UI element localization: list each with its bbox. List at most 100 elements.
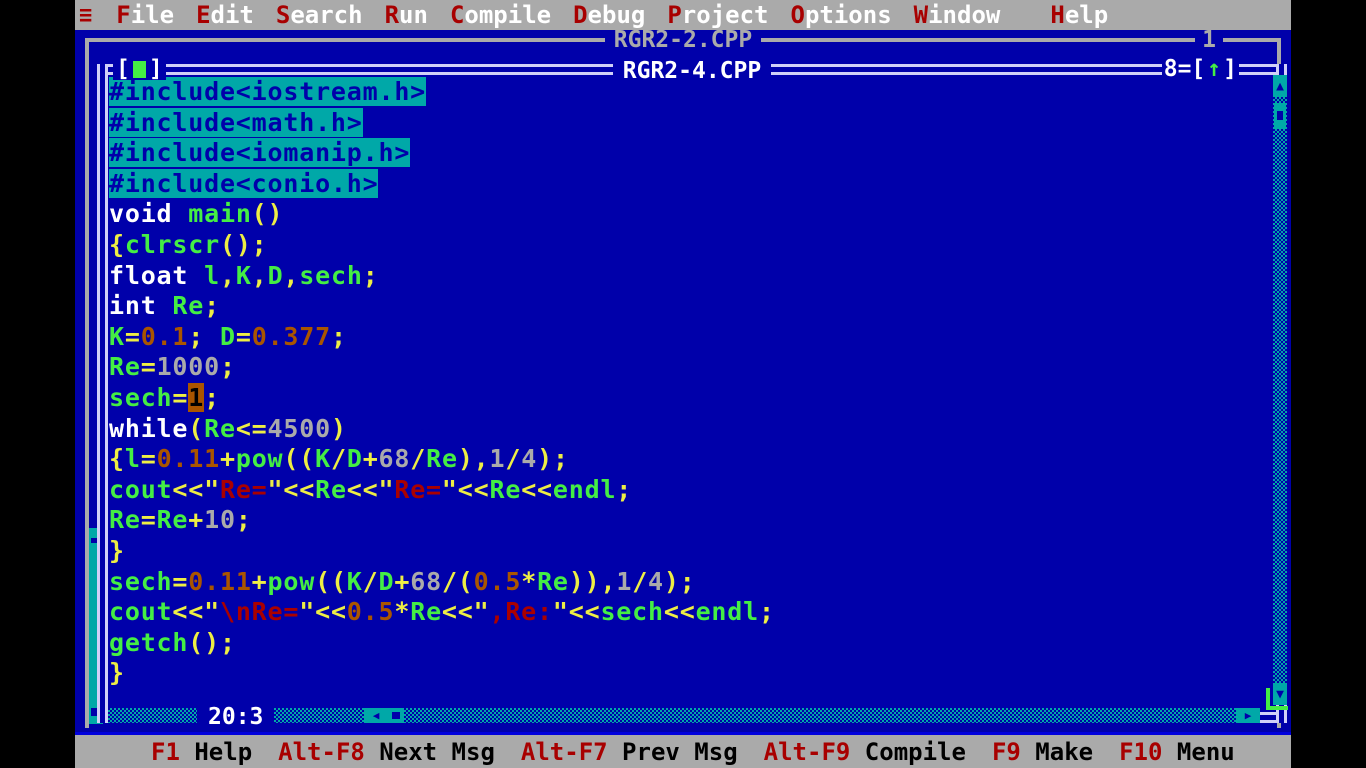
menu-item-project[interactable]: Project	[667, 1, 768, 29]
code-token: "	[378, 474, 395, 504]
menu-label-rest: ptions	[804, 1, 892, 29]
code-token: #include<math.h>	[109, 107, 363, 137]
code-token: /	[632, 566, 649, 596]
active-window-number-and-zoom[interactable]: 8 = [ ↑ ]	[1161, 56, 1239, 82]
menu-hotkey-letter: O	[790, 1, 805, 29]
active-window-title-text: RGR2-4.CPP	[612, 58, 772, 84]
scroll-left-arrow-icon[interactable]: ◀	[364, 708, 388, 723]
code-token: sech	[600, 597, 664, 627]
active-editor-window[interactable]: [ ] RGR2-4.CPP 8 = [ ↑ ] 20:3 #include<i…	[97, 58, 1288, 730]
horizontal-scroll-thumb[interactable]	[388, 708, 404, 723]
code-line[interactable]: int Re;	[109, 291, 1260, 322]
code-editor-area[interactable]: #include<iostream.h> #include<math.h> #inc…	[108, 75, 1260, 705]
code-token: {	[109, 229, 125, 259]
code-token: Re	[410, 597, 442, 627]
cursor-position-indicator: 20:3	[197, 704, 275, 730]
code-token: +	[394, 566, 411, 596]
code-line[interactable]: cout<<"Re="<<Re<<"Re="<<Re<<endl;	[109, 475, 1260, 506]
status-shortcut-label: Menu	[1162, 737, 1235, 766]
code-token: "	[267, 474, 284, 504]
code-token: ;	[219, 352, 236, 382]
menu-item-file[interactable]: File	[116, 1, 174, 29]
code-token: K	[235, 260, 252, 290]
menu-items-container: File Edit Search Run Compile Debug Project Opti…	[116, 1, 1108, 29]
code-line[interactable]: sech=1;	[109, 382, 1260, 414]
status-item-f1[interactable]: F1 Help	[151, 738, 252, 766]
code-token: {	[109, 444, 125, 474]
status-shortcut-key: Alt-F9	[763, 737, 851, 766]
code-token: sech	[109, 382, 173, 412]
menu-hotkey-letter: H	[1050, 1, 1065, 29]
code-token: =	[124, 321, 141, 351]
code-line[interactable]: #include<iomanip.h>	[109, 138, 1260, 169]
zoom-bracket-right: ]	[1223, 56, 1237, 82]
code-token: <<	[315, 597, 347, 627]
code-token: 10	[204, 505, 236, 535]
status-item-alt-f8[interactable]: Alt-F8 Next Msg	[278, 738, 495, 766]
status-item-f10[interactable]: F10 Menu	[1119, 738, 1235, 766]
code-line[interactable]: {l=0.11+pow((K/D+68/Re),1/4);	[109, 444, 1260, 475]
bg-window-title: RGR2-2.CPP	[85, 30, 1281, 53]
menu-hotkey-letter: P	[667, 1, 682, 29]
vertical-scroll-track[interactable]	[1273, 97, 1287, 683]
code-line[interactable]: }	[109, 536, 1260, 567]
code-token: <<	[441, 597, 474, 627]
code-line[interactable]: K=0.1; D=0.377;	[109, 322, 1260, 353]
status-item-f9[interactable]: F9 Make	[992, 738, 1093, 766]
hamburger-icon[interactable]: ≡	[75, 3, 96, 28]
menu-item-debug[interactable]: Debug	[573, 1, 645, 29]
code-token: ;	[204, 382, 220, 412]
code-token: 1	[616, 566, 633, 596]
horizontal-scrollbar[interactable]: ◀ ▶	[108, 708, 1260, 723]
code-token: ,	[251, 260, 268, 290]
code-token: =	[172, 566, 189, 596]
menu-item-edit[interactable]: Edit	[196, 1, 254, 29]
menu-item-options[interactable]: Options	[791, 1, 892, 29]
status-item-alt-f7[interactable]: Alt-F7 Prev Msg	[521, 738, 738, 766]
code-token: Re=	[394, 474, 442, 504]
menu-label-rest: ile	[130, 1, 175, 29]
code-token: ();	[188, 627, 236, 657]
status-shortcut-key: F1	[151, 737, 180, 766]
code-line[interactable]: sech=0.11+pow((K/D+68/(0.5*Re)),1/4);	[109, 567, 1260, 598]
code-line[interactable]: getch();	[109, 628, 1260, 659]
menu-item-compile[interactable]: Compile	[450, 1, 551, 29]
menu-item-window[interactable]: Window	[914, 1, 1001, 29]
code-token: main	[188, 199, 252, 229]
code-line[interactable]: {clrscr();	[109, 230, 1260, 261]
status-item-alt-f9[interactable]: Alt-F9 Compile	[764, 738, 966, 766]
code-line[interactable]: float l,K,D,sech;	[109, 261, 1260, 292]
code-line[interactable]: while(Re<=4500)	[109, 414, 1260, 445]
status-shortcut-key: F9	[991, 737, 1021, 766]
code-line[interactable]: }	[109, 658, 1260, 689]
window-resize-corner[interactable]	[1266, 688, 1288, 710]
scroll-right-arrow-icon[interactable]: ▶	[1236, 708, 1260, 723]
code-line[interactable]: #include<conio.h>	[109, 168, 1260, 200]
code-line[interactable]: #include<math.h>	[109, 107, 1260, 139]
code-token: ,Re:	[489, 597, 553, 627]
code-token: cout	[109, 597, 173, 627]
code-line[interactable]: Re=1000;	[109, 352, 1260, 383]
code-token: =	[140, 444, 157, 474]
menu-label-rest: ebug	[587, 1, 646, 29]
code-token: 4500	[267, 413, 331, 443]
code-token: endl	[552, 474, 617, 504]
code-token: );	[663, 566, 696, 596]
code-token: ,	[219, 260, 236, 290]
maximize-arrow-icon[interactable]: ↑	[1205, 58, 1223, 81]
menu-item-run[interactable]: Run	[385, 1, 428, 29]
menu-item-search[interactable]: Search	[276, 1, 363, 29]
vertical-scroll-thumb[interactable]	[1274, 103, 1286, 129]
code-line[interactable]: Re=Re+10;	[109, 505, 1260, 536]
ide-desktop: RGR2-2.CPP 1 [ ] RGR2-4.CPP 8 = [↑] 20…	[75, 30, 1291, 735]
code-token: 68	[410, 566, 442, 596]
code-token: Re	[537, 566, 569, 596]
menu-item-help[interactable]: Help	[1050, 1, 1108, 29]
code-token: Re	[489, 474, 522, 504]
vertical-scrollbar[interactable]: ▲ ▼	[1273, 75, 1287, 705]
bg-window-number: 1	[1195, 30, 1223, 53]
code-line[interactable]: void main()	[109, 199, 1260, 230]
code-token: 0.377	[251, 321, 331, 351]
code-line[interactable]: cout<<"\nRe="<<0.5*Re<<",Re:"<<sech<<end…	[109, 597, 1260, 628]
